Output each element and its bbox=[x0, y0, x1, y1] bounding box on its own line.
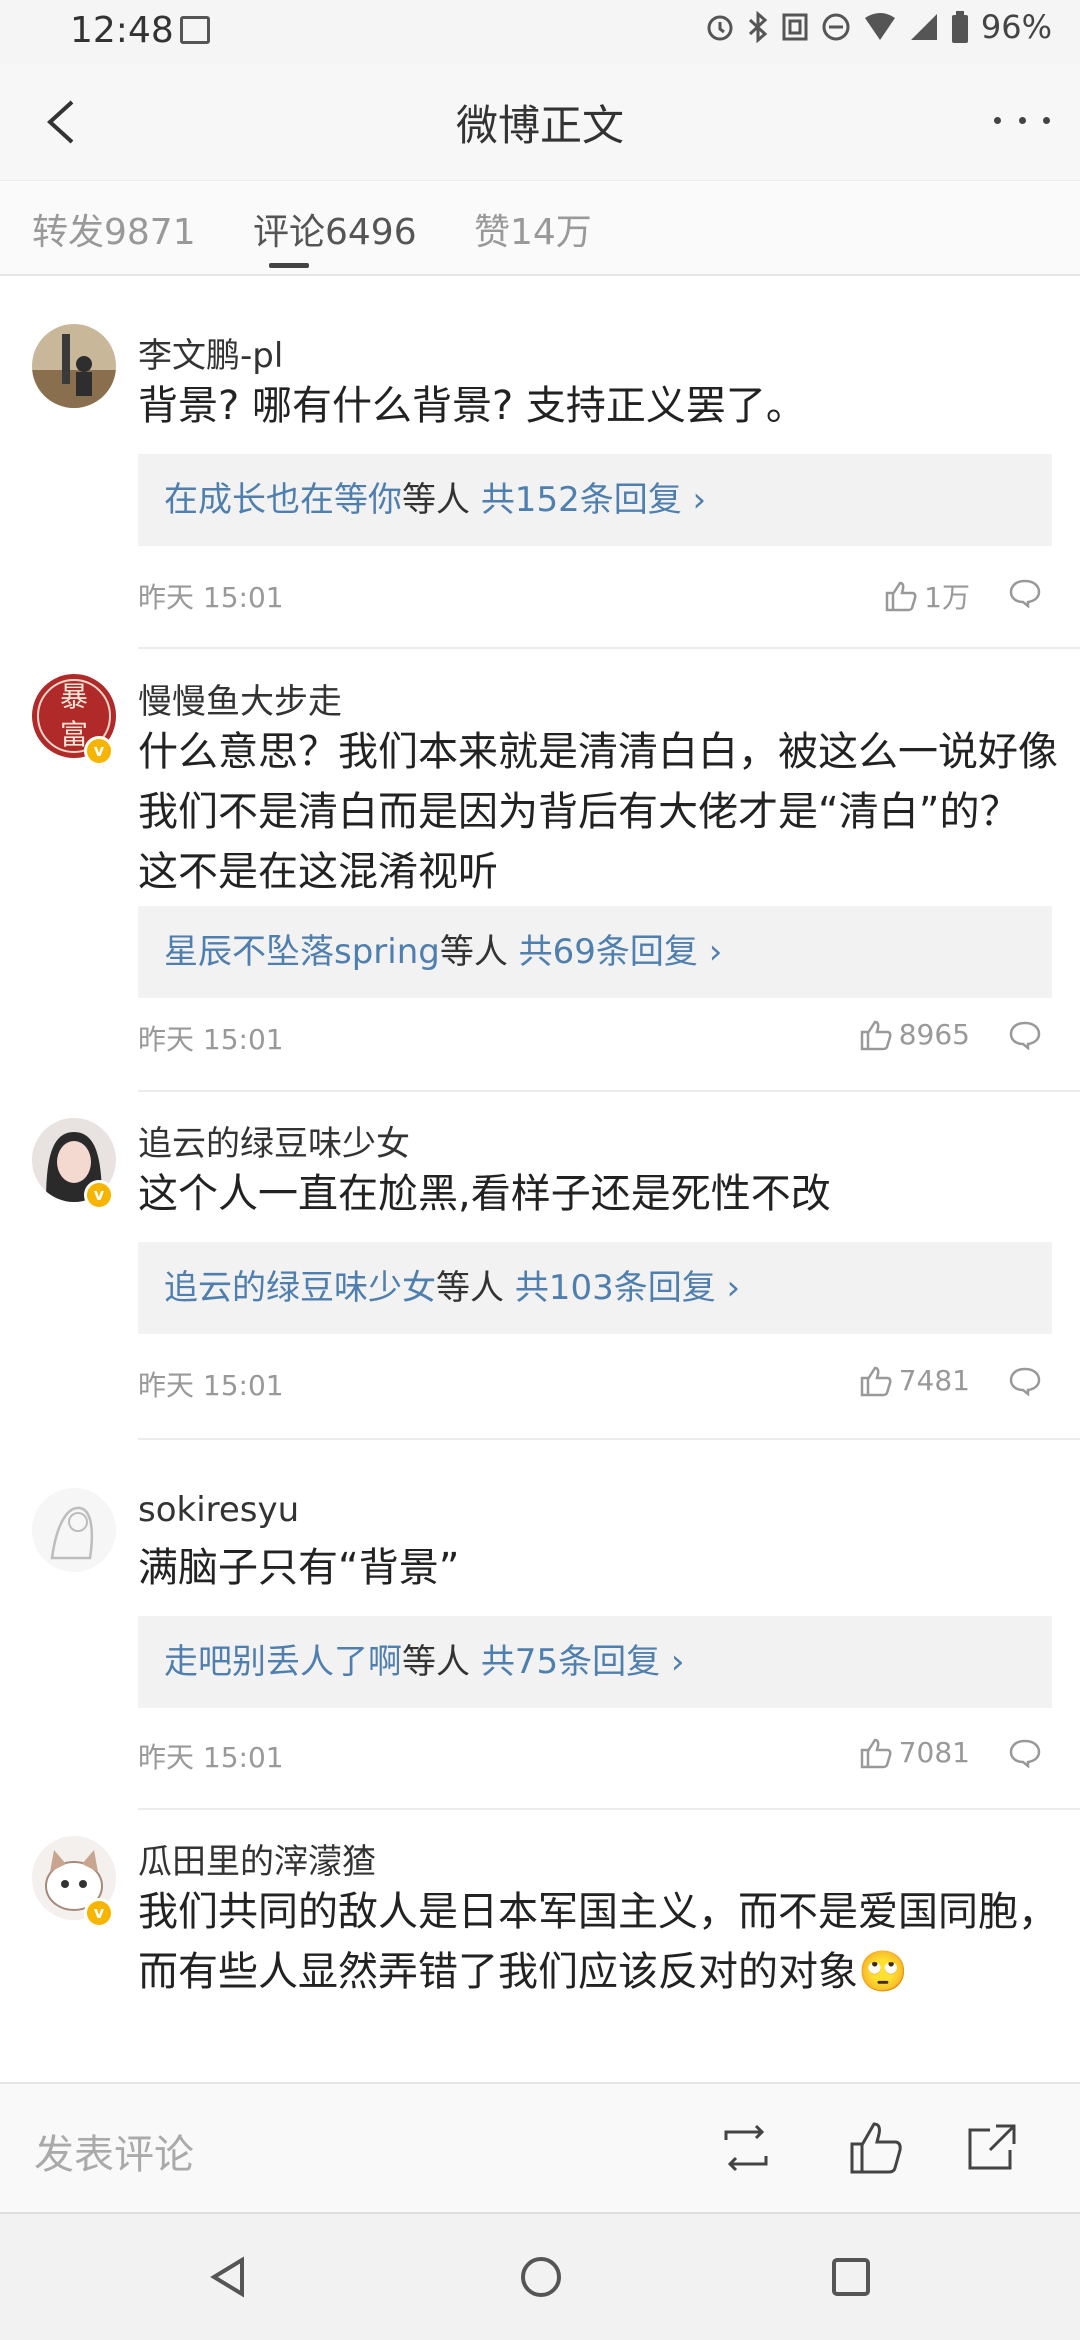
reply-summary[interactable]: 追云的绿豆味少女等人 共103条回复 › bbox=[138, 1242, 1052, 1334]
comment-time: 昨天 15:01 bbox=[138, 1369, 284, 1402]
reply-summary[interactable]: 走吧别丢人了啊等人 共75条回复 › bbox=[138, 1616, 1052, 1708]
chevron-right-icon: › bbox=[681, 480, 707, 520]
reply-bubble-icon[interactable] bbox=[1008, 1738, 1042, 1768]
like-button[interactable]: 8965 bbox=[859, 1018, 970, 1051]
comment-item: 暴富 v 慢慢鱼大步走 什么意思？我们本来就是清清白白，被这么一说好像我们不是清… bbox=[0, 650, 1080, 1092]
reply-author[interactable]: 在成长也在等你 bbox=[164, 480, 402, 520]
like-count: 7081 bbox=[898, 1736, 970, 1769]
battery-icon bbox=[951, 11, 968, 43]
comment-item: sokiresyu 满脑子只有“背景” 走吧别丢人了啊等人 共75条回复 › 昨… bbox=[0, 1440, 1080, 1810]
like-count: 8965 bbox=[898, 1018, 970, 1051]
comment-item: 李文鹏-pl 背景? 哪有什么背景? 支持正义罢了。 在成长也在等你等人 共15… bbox=[0, 302, 1080, 649]
share-icon[interactable] bbox=[962, 2118, 1022, 2178]
like-button[interactable]: 7481 bbox=[859, 1364, 970, 1397]
comment-time: 昨天 15:01 bbox=[138, 581, 284, 614]
bottom-action-bar: 发表评论 bbox=[0, 2082, 1080, 2212]
reply-author[interactable]: 走吧别丢人了啊 bbox=[164, 1642, 402, 1682]
status-bar: 12:48 96% bbox=[0, 0, 1080, 64]
comment-time: 昨天 15:01 bbox=[138, 1741, 284, 1774]
status-time: 12:48 bbox=[70, 10, 174, 51]
like-button[interactable]: 1万 bbox=[884, 576, 970, 616]
like-icon[interactable] bbox=[846, 2118, 906, 2178]
verified-badge-icon: v bbox=[84, 736, 114, 766]
comment-username[interactable]: sokiresyu bbox=[138, 1490, 299, 1530]
bluetooth-icon bbox=[748, 11, 768, 43]
like-count: 1万 bbox=[924, 581, 970, 614]
reply-author[interactable]: 星辰不坠落spring bbox=[164, 932, 440, 972]
reply-connector: 等人 bbox=[439, 932, 519, 972]
reply-connector: 等人 bbox=[436, 1268, 515, 1308]
comment-time: 昨天 15:01 bbox=[138, 1023, 284, 1056]
repost-icon[interactable] bbox=[716, 2118, 776, 2178]
nav-bar: 微博正文 bbox=[0, 64, 1080, 180]
reply-connector: 等人 bbox=[402, 480, 481, 520]
alarm-icon bbox=[707, 15, 733, 41]
reply-count[interactable]: 共69条回复 bbox=[519, 932, 698, 972]
wifi-icon bbox=[864, 13, 895, 40]
nav-back-icon[interactable] bbox=[204, 2252, 254, 2302]
verified-badge-icon: v bbox=[84, 1180, 114, 1210]
nfc-icon bbox=[782, 13, 808, 41]
signal-icon bbox=[910, 14, 937, 40]
tab-reposts[interactable]: 转发9871 bbox=[32, 203, 196, 255]
chevron-right-icon: › bbox=[715, 1268, 741, 1308]
active-tab-indicator bbox=[269, 263, 309, 268]
like-button[interactable]: 7081 bbox=[859, 1736, 970, 1769]
comment-username[interactable]: 追云的绿豆味少女 bbox=[138, 1116, 410, 1165]
reply-connector: 等人 bbox=[402, 1642, 481, 1682]
comment-username[interactable]: 慢慢鱼大步走 bbox=[138, 674, 342, 723]
tab-comments[interactable]: 评论6496 bbox=[253, 203, 417, 255]
reply-bubble-icon[interactable] bbox=[1008, 1020, 1042, 1050]
tab-bar: 转发9871 评论6496 赞14万 bbox=[0, 180, 1080, 276]
avatar[interactable] bbox=[32, 324, 116, 408]
divider bbox=[138, 647, 1080, 649]
like-count: 7481 bbox=[898, 1364, 970, 1397]
reply-author[interactable]: 追云的绿豆味少女 bbox=[164, 1268, 436, 1308]
comment-content: 什么意思？我们本来就是清清白白，被这么一说好像我们不是清白而是因为背后有大佬才是… bbox=[138, 729, 1058, 895]
chevron-right-icon: › bbox=[660, 1642, 685, 1682]
thumbs-up-icon bbox=[860, 1020, 892, 1050]
system-nav-bar bbox=[0, 2212, 1080, 2340]
reply-count[interactable]: 共152条回复 bbox=[481, 480, 682, 520]
status-icons: 96% bbox=[705, 8, 1052, 46]
more-options-icon[interactable] bbox=[994, 110, 1050, 130]
comment-list: 李文鹏-pl 背景? 哪有什么背景? 支持正义罢了。 在成长也在等你等人 共15… bbox=[0, 280, 1080, 2080]
thumbs-up-icon bbox=[885, 581, 917, 612]
do-not-disturb-icon bbox=[822, 13, 850, 41]
page-title: 微博正文 bbox=[455, 101, 624, 150]
reply-summary[interactable]: 星辰不坠落spring等人 共69条回复 › bbox=[138, 906, 1052, 998]
comment-item: v 瓜田里的滓濛猹 我们共同的敌人是日本军国主义，而不是爱国同胞，而有些人显然弄… bbox=[0, 1810, 1080, 2080]
comment-content: 这个人一直在尬黑,看样子还是死性不改 bbox=[138, 1171, 831, 1217]
nav-recents-icon[interactable] bbox=[826, 2252, 876, 2302]
comment-content: 满脑子只有“背景” bbox=[138, 1545, 460, 1591]
tab-likes[interactable]: 赞14万 bbox=[474, 203, 592, 255]
reply-count[interactable]: 共103条回复 bbox=[515, 1268, 716, 1308]
reply-bubble-icon[interactable] bbox=[1008, 578, 1042, 608]
chevron-right-icon: › bbox=[697, 932, 723, 972]
comment-username[interactable]: 瓜田里的滓濛猹 bbox=[138, 1834, 376, 1883]
comment-input[interactable]: 发表评论 bbox=[34, 2122, 194, 2180]
comment-content: 背景? 哪有什么背景? 支持正义罢了。 bbox=[138, 383, 806, 429]
avatar[interactable] bbox=[32, 1488, 116, 1572]
comment-item: v 追云的绿豆味少女 这个人一直在尬黑,看样子还是死性不改 追云的绿豆味少女等人… bbox=[0, 1092, 1080, 1462]
reply-bubble-icon[interactable] bbox=[1008, 1366, 1042, 1396]
nav-home-icon[interactable] bbox=[516, 2252, 566, 2302]
thumbs-up-icon bbox=[860, 1738, 892, 1768]
thumbs-up-icon bbox=[860, 1366, 892, 1396]
verified-badge-icon: v bbox=[84, 1898, 114, 1928]
comment-content: 我们共同的敌人是日本军国主义，而不是爱国同胞，而有些人显然弄错了我们应该反对的对… bbox=[138, 1889, 1058, 1995]
reply-summary[interactable]: 在成长也在等你等人 共152条回复 › bbox=[138, 454, 1052, 546]
battery-percent: 96% bbox=[980, 8, 1052, 46]
reply-count[interactable]: 共75条回复 bbox=[481, 1642, 660, 1682]
gallery-notification-icon bbox=[180, 16, 210, 44]
comment-username[interactable]: 李文鹏-pl bbox=[138, 328, 283, 377]
